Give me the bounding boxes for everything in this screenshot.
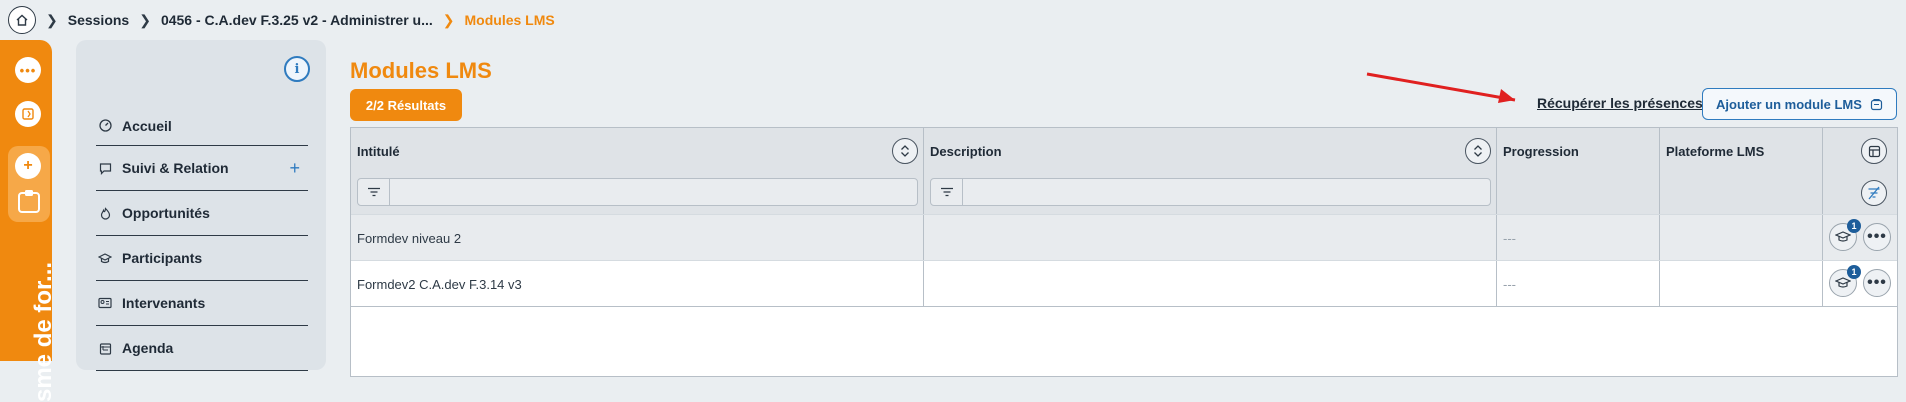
nav-item-label: Accueil	[122, 117, 172, 134]
nav-item-intervenants[interactable]: Intervenants	[96, 281, 308, 326]
filter-intitule	[357, 178, 918, 206]
home-icon	[16, 14, 28, 26]
info-button[interactable]: i	[284, 56, 310, 82]
filter-input-description[interactable]	[963, 179, 1490, 205]
dashboard-icon	[98, 119, 112, 133]
count-badge: 1	[1847, 219, 1861, 233]
chevron-right-icon: ❯	[139, 11, 151, 28]
clear-filter-icon	[1868, 186, 1880, 200]
recuperer-presences-link[interactable]: Récupérer les présences	[1537, 95, 1703, 111]
panel-icon	[22, 108, 34, 120]
cell-description	[924, 261, 1497, 307]
participants-button[interactable]: 1	[1829, 265, 1861, 297]
plus-icon[interactable]: +	[289, 158, 300, 179]
sort-button[interactable]	[892, 138, 918, 164]
more-button[interactable]: •••	[15, 57, 41, 83]
nav-item-label: Intervenants	[122, 295, 206, 311]
module-icon	[1870, 98, 1883, 110]
cell-plateforme	[1660, 261, 1823, 307]
rail-group: +	[8, 146, 50, 222]
filter-input-intitule[interactable]	[390, 179, 917, 205]
cell-description	[924, 215, 1497, 261]
results-count-badge: 2/2 Résultats	[350, 89, 462, 121]
add-lms-module-label: Ajouter un module LMS	[1716, 96, 1862, 112]
calendar-icon	[98, 341, 112, 355]
row-more-button[interactable]: •••	[1863, 223, 1891, 251]
flame-icon	[98, 206, 112, 220]
table-row[interactable]: Formdev2 C.A.dev F.3.14 v3 --- 1 •••	[351, 260, 1897, 307]
filter-icon[interactable]	[358, 179, 390, 205]
clipboard-button[interactable]	[16, 188, 42, 214]
table-divider	[351, 306, 1897, 307]
column-intitule: Intitulé	[351, 128, 924, 214]
sort-icon	[1474, 145, 1482, 157]
clipboard-icon	[18, 190, 40, 213]
plus-icon: +	[23, 157, 33, 174]
cell-intitule: Formdev niveau 2	[351, 215, 924, 261]
cell-progression: ---	[1497, 215, 1660, 261]
clear-filters-button[interactable]	[1861, 180, 1887, 206]
graduation-cap-icon	[98, 251, 112, 265]
cell-plateforme	[1660, 215, 1823, 261]
nav-item-agenda[interactable]: Agenda	[96, 326, 308, 371]
breadcrumb-current: Modules LMS	[464, 12, 555, 28]
nav-item-participants[interactable]: Participants	[96, 236, 308, 281]
home-button[interactable]	[8, 6, 36, 34]
sort-button[interactable]	[1465, 138, 1491, 164]
column-progression: Progression	[1497, 128, 1660, 214]
row-more-button[interactable]: •••	[1863, 269, 1891, 297]
add-lms-module-button[interactable]: Ajouter un module LMS	[1702, 88, 1897, 120]
more-icon: •••	[1867, 228, 1887, 245]
column-description: Description	[924, 128, 1497, 214]
layout-icon	[1868, 145, 1880, 157]
graduation-cap-icon	[1835, 231, 1851, 242]
nav-item-label: Suivi & Relation	[122, 160, 229, 176]
more-icon: •••	[1867, 274, 1887, 291]
breadcrumb-sessions[interactable]: Sessions	[68, 12, 129, 28]
nav-item-suivi[interactable]: Suivi & Relation +	[96, 146, 308, 191]
chevron-right-icon: ❯	[46, 11, 58, 28]
lms-modules-table: Intitulé Description Progression Platefo…	[350, 127, 1898, 377]
nav-item-label: Participants	[122, 250, 203, 266]
nav-item-opportunites[interactable]: Opportunités	[96, 191, 308, 236]
breadcrumb-session[interactable]: 0456 - C.A.dev F.3.25 v2 - Administrer u…	[161, 12, 433, 28]
graduation-cap-icon	[1835, 277, 1851, 288]
table-row[interactable]: Formdev niveau 2 --- 1 •••	[351, 214, 1897, 261]
count-badge: 1	[1847, 265, 1861, 279]
sort-icon	[901, 145, 909, 157]
filter-description	[930, 178, 1491, 206]
nav-item-label: Agenda	[122, 340, 174, 356]
nav-item-accueil[interactable]: Accueil	[96, 106, 308, 146]
column-header-label: Plateforme LMS	[1666, 144, 1765, 159]
column-header-label: Progression	[1503, 144, 1579, 159]
info-icon: i	[294, 61, 300, 77]
row-actions: 1 •••	[1829, 265, 1891, 297]
collapse-panel-button[interactable]	[15, 101, 41, 127]
column-plateforme: Plateforme LMS	[1660, 128, 1823, 214]
left-nav: i Accueil Suivi & Relation + Opportunité…	[76, 40, 326, 371]
table-header: Intitulé Description Progression Platefo…	[351, 128, 1897, 214]
id-card-icon	[98, 296, 112, 310]
chat-icon	[98, 161, 112, 175]
organisation-name: sme de for...	[30, 261, 57, 402]
row-actions: 1 •••	[1829, 219, 1891, 251]
participants-button[interactable]: 1	[1829, 219, 1861, 251]
breadcrumb: ❯ Sessions ❯ 0456 - C.A.dev F.3.25 v2 - …	[8, 5, 555, 35]
nav-item-label: Opportunités	[122, 205, 210, 221]
column-header-label: Intitulé	[357, 144, 400, 159]
page-title: Modules LMS	[350, 58, 492, 83]
cell-progression: ---	[1497, 261, 1660, 307]
app-rail: ••• + sme de for...	[0, 40, 57, 402]
column-header-label: Description	[930, 144, 1002, 159]
column-layout-button[interactable]	[1861, 138, 1887, 164]
add-button[interactable]: +	[15, 153, 41, 179]
cell-intitule: Formdev2 C.A.dev F.3.14 v3	[351, 261, 924, 307]
red-arrow-annotation	[1366, 72, 1516, 103]
more-icon: •••	[19, 62, 37, 78]
chevron-right-icon: ❯	[442, 11, 455, 28]
filter-icon[interactable]	[931, 179, 963, 205]
